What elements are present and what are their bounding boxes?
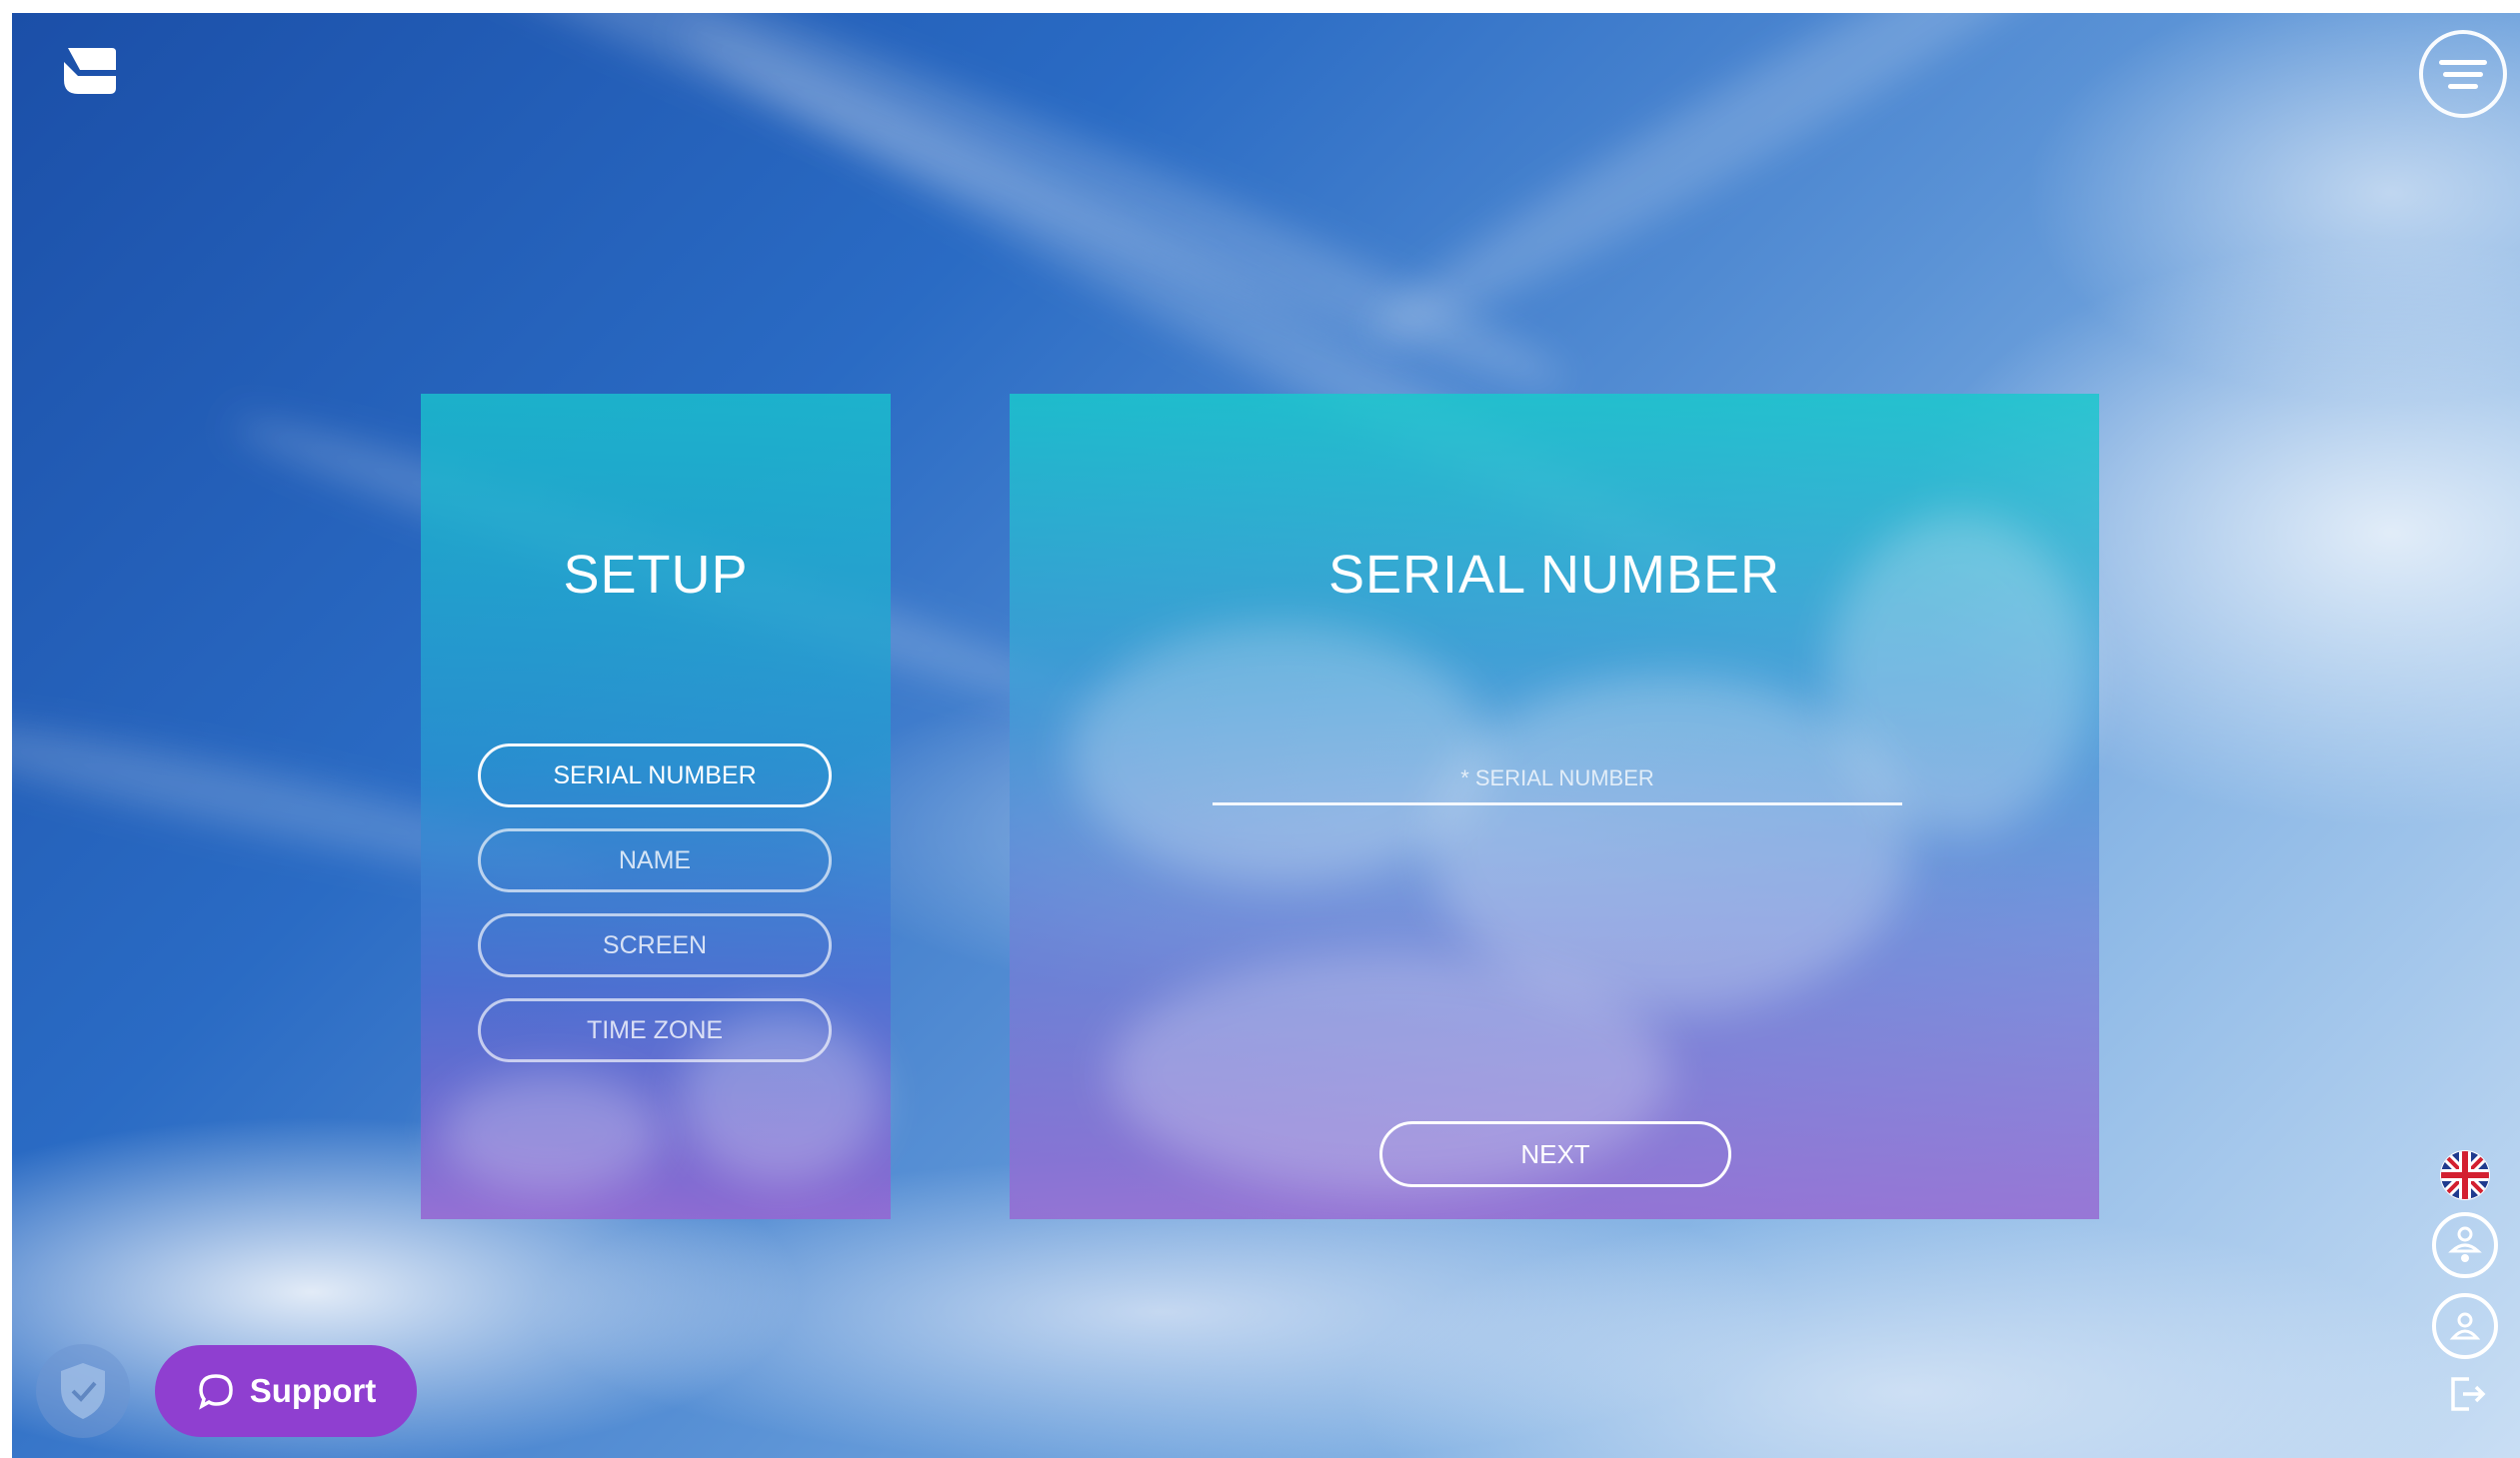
user-icon xyxy=(2449,1312,2481,1340)
next-button-label: NEXT xyxy=(1520,1138,1590,1169)
nav-screen-label: SCREEN xyxy=(602,930,708,959)
uk-flag-icon[interactable] xyxy=(2439,1149,2491,1201)
serial-number-input[interactable] xyxy=(1213,753,1902,805)
user-settings-icon xyxy=(2448,1226,2482,1262)
user-button[interactable] xyxy=(2432,1293,2498,1359)
setup-panel: SETUP SERIAL NUMBER NAME SCREEN TIME ZON… xyxy=(421,394,891,1219)
serial-number-panel: SERIAL NUMBER NEXT xyxy=(1010,394,2099,1219)
menu-icon xyxy=(2439,59,2487,65)
shield-check-icon xyxy=(61,1363,105,1419)
chat-bubble-icon xyxy=(198,1374,233,1410)
nav-time-zone-label: TIME ZONE xyxy=(586,1015,724,1044)
nav-serial-number-button[interactable]: SERIAL NUMBER xyxy=(478,743,832,807)
support-button[interactable]: Support xyxy=(155,1345,417,1437)
nav-name-label: NAME xyxy=(618,845,692,874)
next-button[interactable]: NEXT xyxy=(1379,1121,1731,1187)
support-label: Support xyxy=(249,1372,377,1409)
nav-name-button[interactable]: NAME xyxy=(478,828,832,892)
logout-icon[interactable] xyxy=(2447,1373,2489,1415)
serial-number-title: SERIAL NUMBER xyxy=(1327,545,1781,605)
user-settings-button[interactable] xyxy=(2432,1212,2498,1278)
menu-button[interactable] xyxy=(2419,30,2507,118)
app-logo-icon[interactable] xyxy=(60,40,122,102)
security-shield-button[interactable] xyxy=(36,1344,130,1438)
nav-serial-number-label: SERIAL NUMBER xyxy=(553,760,757,789)
nav-time-zone-button[interactable]: TIME ZONE xyxy=(478,998,832,1062)
setup-title: SETUP xyxy=(563,545,749,605)
nav-screen-button[interactable]: SCREEN xyxy=(478,913,832,977)
